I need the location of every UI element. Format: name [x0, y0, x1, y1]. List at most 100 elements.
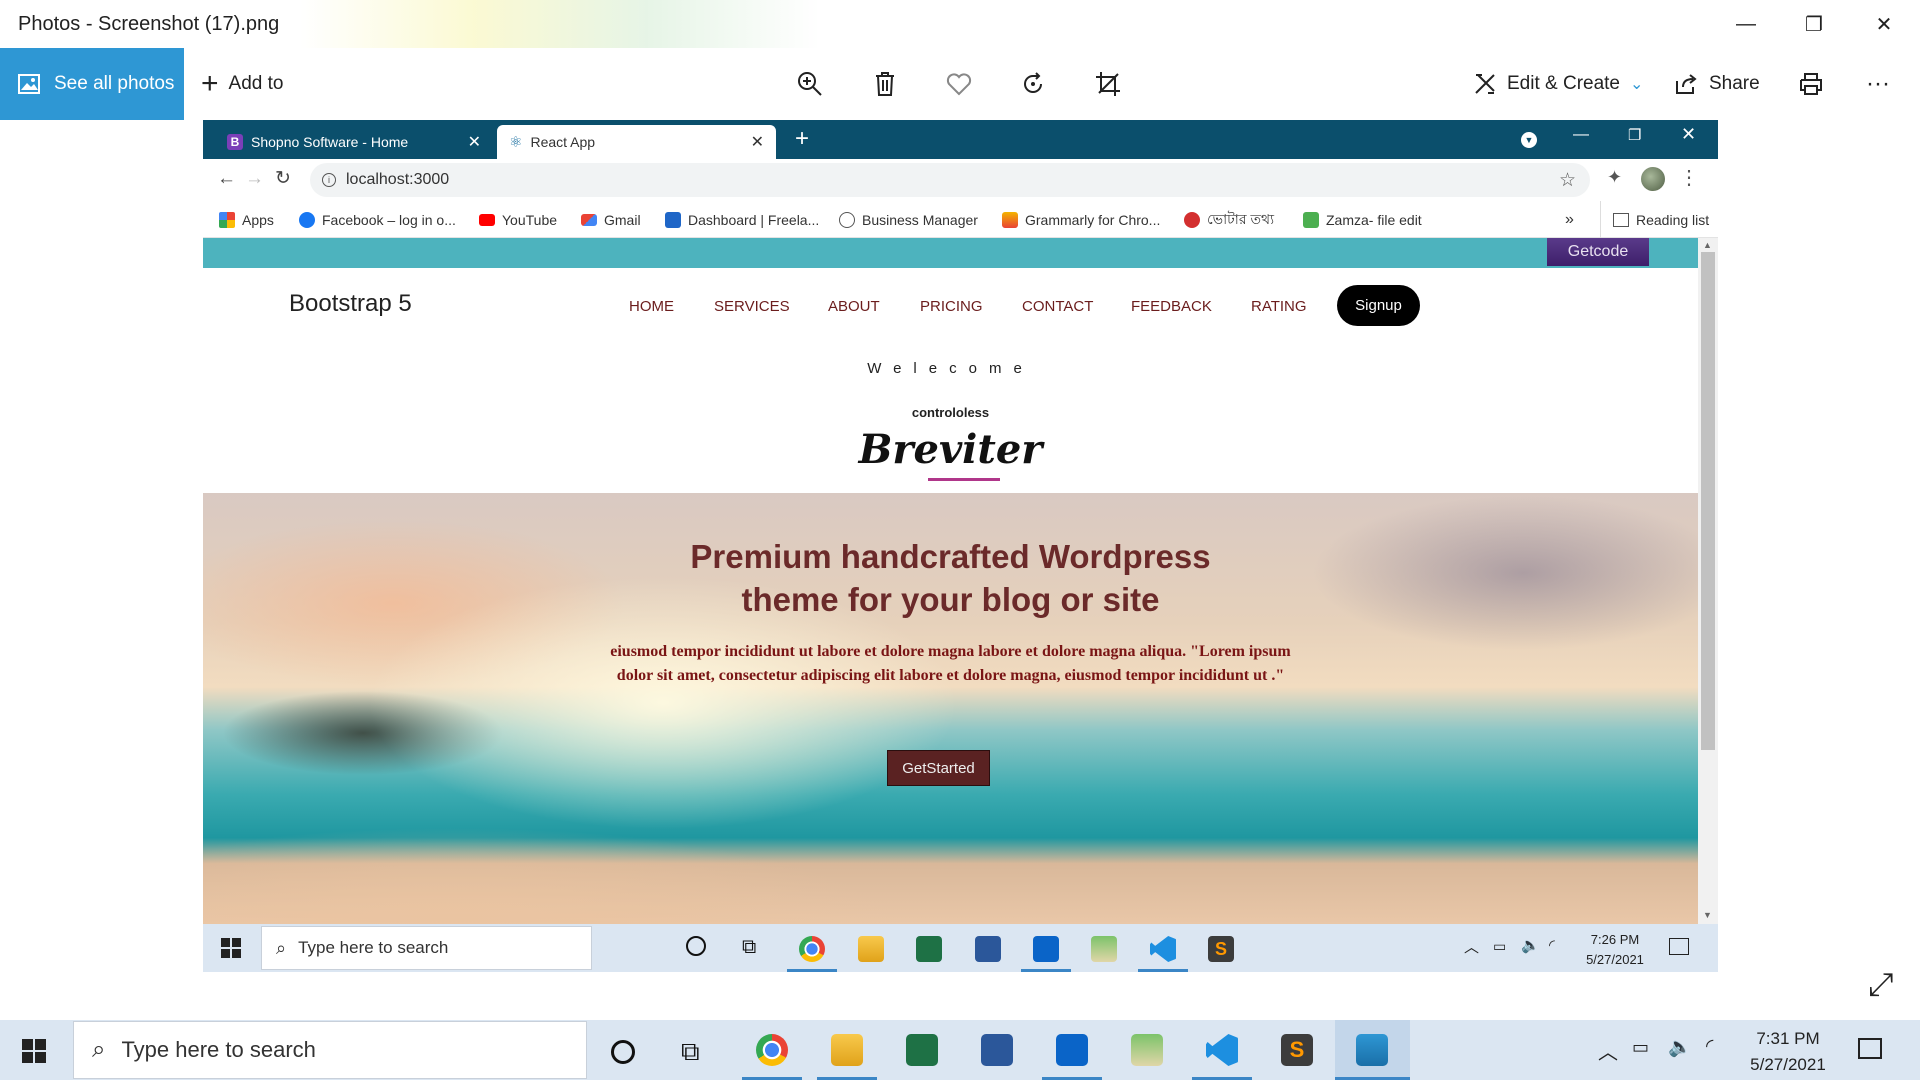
bookmark-freelancer-dashboard[interactable]: Dashboard | Freela...	[665, 201, 819, 238]
close-button[interactable]: ✕	[1852, 0, 1916, 48]
hero-section: Premium handcrafted Wordpress theme for …	[203, 493, 1698, 924]
sublime-icon[interactable]: S	[1281, 1034, 1313, 1066]
inner-windows-start-icon[interactable]	[221, 938, 241, 958]
nav-home[interactable]: HOME	[629, 298, 674, 315]
nav-about[interactable]: ABOUT	[828, 298, 880, 315]
browser-menu-icon[interactable]: ⋮	[1679, 165, 1699, 190]
extensions-icon[interactable]: ✦	[1607, 167, 1622, 188]
inner-battery-icon[interactable]: ▭	[1493, 938, 1506, 955]
share-button[interactable]: Share	[1675, 48, 1760, 120]
site-brand[interactable]: Bootstrap 5	[289, 290, 412, 318]
browser-close-button[interactable]: ✕	[1681, 124, 1696, 145]
minimize-button[interactable]: —	[1714, 0, 1778, 48]
chrome-icon[interactable]	[756, 1034, 788, 1066]
nav-pricing[interactable]: PRICING	[920, 298, 983, 315]
inner-taskbar-search[interactable]: ⌕ Type here to search	[261, 926, 592, 970]
mail-icon[interactable]	[1056, 1034, 1088, 1066]
nav-feedback[interactable]: FEEDBACK	[1131, 298, 1212, 315]
volume-icon[interactable]: 🔈	[1668, 1035, 1692, 1059]
zoom-in-button[interactable]	[797, 48, 823, 120]
inner-word-icon[interactable]	[975, 936, 1001, 962]
get-started-button[interactable]: GetStarted	[887, 750, 990, 786]
battery-icon[interactable]: ▭	[1632, 1037, 1649, 1058]
rotate-button[interactable]	[1020, 48, 1046, 120]
nav-rating[interactable]: RATING	[1251, 298, 1307, 315]
inner-volume-icon[interactable]: 🔈	[1521, 936, 1540, 954]
notification-center-icon[interactable]	[1858, 1038, 1882, 1059]
inner-task-view-icon[interactable]: ⧉	[742, 936, 756, 959]
tray-chevron-icon[interactable]: ︿	[1598, 1036, 1618, 1065]
crop-button[interactable]	[1095, 48, 1121, 120]
file-explorer-icon[interactable]	[831, 1034, 863, 1066]
inner-sublime-icon[interactable]: S	[1208, 936, 1234, 962]
close-tab-icon[interactable]: ✕	[468, 132, 481, 152]
bookmark-youtube[interactable]: YouTube	[479, 201, 557, 238]
reading-list-button[interactable]: Reading list	[1600, 201, 1709, 238]
forward-arrow-icon[interactable]: →	[245, 168, 264, 190]
windows-start-icon[interactable]	[22, 1039, 46, 1063]
bookmark-business-manager[interactable]: Business Manager	[839, 201, 978, 238]
paint-icon[interactable]	[1131, 1034, 1163, 1066]
bookmark-gmail[interactable]: Gmail	[581, 201, 641, 238]
hero-beach-sand	[203, 793, 903, 924]
edit-create-button[interactable]: Edit & Create ⌄	[1473, 48, 1643, 120]
inner-cortana-icon[interactable]	[686, 936, 706, 956]
inner-mail-icon[interactable]	[1033, 936, 1059, 962]
bookmark-zamza[interactable]: Zamza- file edit	[1303, 201, 1422, 238]
inner-chrome-icon[interactable]	[799, 936, 825, 962]
inner-excel-icon[interactable]	[916, 936, 942, 962]
tab-shopno-software[interactable]: B Shopno Software - Home ✕	[203, 125, 493, 159]
scroll-up-icon[interactable]: ▲	[1703, 240, 1712, 250]
delete-button[interactable]	[874, 48, 896, 120]
inner-clock[interactable]: 7:26 PM 5/27/2021	[1575, 930, 1655, 970]
scrollbar-thumb[interactable]	[1701, 252, 1715, 750]
task-view-icon[interactable]: ⧉	[681, 1036, 700, 1068]
zoom-in-icon	[798, 72, 822, 96]
taskbar-search[interactable]: ⌕ Type here to search	[73, 1021, 587, 1079]
favorite-button[interactable]	[946, 48, 972, 120]
bookmark-facebook[interactable]: Facebook – log in o...	[299, 201, 456, 238]
nav-services[interactable]: SERVICES	[714, 298, 790, 315]
restore-button[interactable]: ❐	[1782, 0, 1846, 48]
bookmark-label: Apps	[242, 211, 274, 228]
wifi-icon[interactable]: ◜	[1706, 1035, 1713, 1058]
url-bar[interactable]: i localhost:3000 ☆	[310, 163, 1590, 197]
tab-search-icon[interactable]: ▼	[1521, 132, 1537, 148]
back-arrow-icon[interactable]: ←	[217, 168, 236, 190]
bookmark-apps[interactable]: Apps	[219, 201, 274, 238]
getcode-button[interactable]: Getcode	[1547, 238, 1649, 266]
tab-react-app[interactable]: ⚛ React App ✕	[497, 125, 776, 159]
browser-restore-button[interactable]: ❐	[1628, 126, 1641, 144]
bookmarks-bar: Apps Facebook – log in o... YouTube Gmai…	[203, 201, 1718, 238]
search-placeholder: Type here to search	[121, 1037, 316, 1062]
cortana-icon[interactable]	[611, 1040, 635, 1064]
bookmark-grammarly[interactable]: Grammarly for Chro...	[1002, 201, 1160, 238]
close-tab-icon[interactable]: ✕	[751, 132, 764, 152]
reload-icon[interactable]: ↻	[275, 167, 291, 190]
more-options-button[interactable]: ···	[1866, 48, 1890, 120]
bookmark-voter-info[interactable]: ভোটার তথ্য	[1184, 201, 1274, 238]
profile-avatar[interactable]	[1641, 167, 1665, 191]
browser-tab-strip: B Shopno Software - Home ✕ ⚛ React App ✕…	[203, 120, 1718, 159]
bookmark-star-icon[interactable]: ☆	[1559, 169, 1576, 192]
browser-minimize-button[interactable]: —	[1573, 126, 1589, 144]
inner-file-explorer-icon[interactable]	[858, 936, 884, 962]
print-button[interactable]	[1798, 48, 1824, 120]
add-to-button[interactable]: + Add to	[201, 48, 283, 120]
inner-notification-icon[interactable]	[1669, 938, 1689, 955]
photos-app-icon[interactable]	[1356, 1034, 1388, 1066]
taskbar-clock[interactable]: 7:31 PM 5/27/2021	[1738, 1026, 1838, 1078]
see-all-photos-button[interactable]: See all photos	[0, 48, 184, 120]
new-tab-button[interactable]: +	[795, 125, 809, 153]
excel-icon[interactable]	[906, 1034, 938, 1066]
bookmark-label: Grammarly for Chro...	[1025, 211, 1161, 228]
bookmarks-overflow[interactable]: »	[1565, 201, 1574, 238]
nav-contact[interactable]: CONTACT	[1022, 298, 1093, 315]
inner-tray-chevron-icon[interactable]: ︿	[1464, 936, 1479, 957]
inner-wifi-icon[interactable]: ◜	[1549, 936, 1555, 954]
word-icon[interactable]	[981, 1034, 1013, 1066]
scroll-down-icon[interactable]: ▼	[1703, 910, 1712, 920]
fullscreen-expand-icon[interactable]: ⤢	[1868, 966, 1894, 1004]
signup-button[interactable]: Signup	[1337, 285, 1420, 326]
inner-paint-icon[interactable]	[1091, 936, 1117, 962]
